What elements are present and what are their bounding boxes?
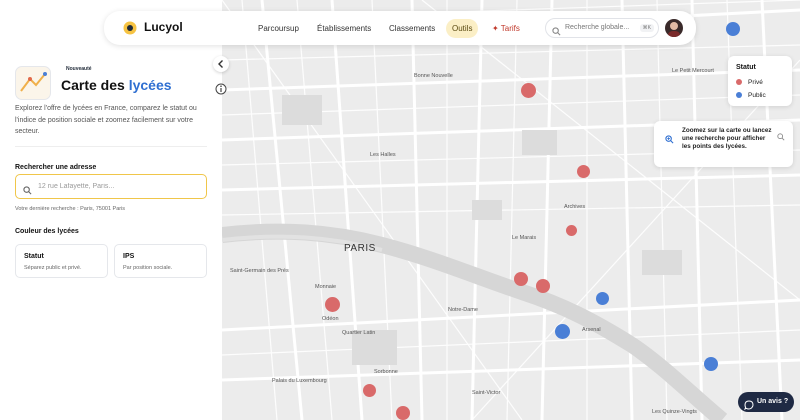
school-marker-private[interactable] — [363, 384, 376, 397]
zoom-icon — [665, 131, 674, 149]
nav-tarifs-label: Tarifs — [500, 24, 520, 33]
brand-name[interactable]: Lucyol — [144, 20, 183, 34]
map-label: Saint-Victor — [472, 390, 501, 396]
map-label: Sorbonne — [374, 369, 398, 375]
address-input[interactable] — [38, 180, 198, 193]
school-marker-public[interactable] — [726, 22, 740, 36]
feedback-label: Un avis ? — [757, 398, 789, 405]
school-marker-private[interactable] — [325, 297, 340, 312]
map-label: Le Petit Mercourt — [672, 68, 714, 74]
map-label: Les Halles — [370, 152, 396, 158]
address-label: Rechercher une adresse — [15, 164, 97, 171]
legend-item-label: Public — [748, 92, 766, 99]
global-search-placeholder: Recherche globale... — [565, 24, 630, 31]
school-marker-private[interactable] — [514, 272, 528, 286]
top-navbar: Lucyol Parcoursup Établissements Classem… — [104, 11, 696, 45]
search-shortcut: ⌘K — [639, 24, 654, 32]
map-label: Saint-Germain des Prés — [230, 268, 289, 274]
legend-item-private: Privé — [736, 79, 763, 86]
divider — [15, 146, 207, 147]
logo-icon — [122, 20, 138, 36]
map-label: Odéon — [322, 316, 339, 322]
map-label: Quartier Latin — [342, 330, 376, 336]
global-search[interactable]: Recherche globale... ⌘K — [545, 18, 659, 38]
map-thumbnail-icon — [15, 66, 51, 100]
address-search — [15, 174, 207, 199]
nav-parcoursup[interactable]: Parcoursup — [252, 19, 305, 38]
page-title: Carte des lycées — [61, 77, 172, 93]
school-marker-private[interactable] — [536, 279, 550, 293]
school-marker-private[interactable] — [577, 165, 590, 178]
zoom-hint-text: Zoomez sur la carte ou lancez une recher… — [682, 127, 772, 151]
color-label: Couleur des lycées — [15, 228, 79, 235]
legend-item-label: Privé — [748, 79, 763, 86]
school-marker-private[interactable] — [521, 83, 536, 98]
legend-title: Statut — [736, 64, 756, 71]
color-option-statut[interactable]: Statut Séparez public et privé. — [15, 244, 108, 278]
map-city-label: PARIS — [344, 243, 376, 254]
map-label: Les Quinze-Vingts — [652, 409, 697, 415]
chat-bubble-icon — [744, 397, 754, 415]
map-label: Arsenal — [582, 327, 601, 333]
map-label: Le Marais — [512, 235, 537, 241]
nav-classements[interactable]: Classements — [383, 19, 441, 38]
sparkle-icon: ✦ — [492, 24, 499, 33]
info-icon[interactable] — [215, 82, 227, 95]
map-label: Monnaie — [315, 284, 337, 290]
map[interactable]: PARIS Bonne Nouvelle Le Petit Mercourt L… — [222, 0, 800, 420]
card-title: Statut — [24, 253, 44, 260]
user-avatar[interactable] — [665, 19, 683, 37]
nav-outils[interactable]: Outils — [446, 19, 479, 38]
chevron-left-icon — [218, 60, 223, 68]
last-search[interactable]: Votre dernière recherche : Paris, 75001 … — [15, 206, 125, 212]
color-option-ips[interactable]: IPS Par position sociale. — [114, 244, 207, 278]
search-icon — [23, 182, 32, 200]
school-marker-public[interactable] — [555, 324, 570, 339]
legend-item-public: Public — [736, 92, 766, 99]
card-title: IPS — [123, 253, 135, 260]
feedback-button[interactable]: Un avis ? — [738, 392, 794, 412]
school-marker-public[interactable] — [596, 292, 609, 305]
map-label: Notre-Dame — [448, 307, 478, 313]
map-legend: Statut Privé Public — [728, 56, 792, 106]
collapse-panel-button[interactable] — [213, 56, 229, 72]
search-icon — [552, 23, 561, 41]
legend-dot-private — [736, 79, 742, 85]
legend-dot-public — [736, 92, 742, 98]
page-description: Explorez l'offre de lycées en France, co… — [15, 105, 197, 135]
map-label: Archives — [564, 204, 586, 210]
nav-tarifs[interactable]: ✦ Tarifs — [486, 19, 526, 38]
school-marker-private[interactable] — [396, 406, 410, 420]
zoom-hint-tooltip: Zoomez sur la carte ou lancez une recher… — [654, 121, 793, 167]
card-subtitle: Par position sociale. — [123, 265, 173, 271]
page-title-prefix: Carte des — [61, 77, 125, 93]
new-badge: Nouveauté — [66, 66, 92, 72]
search-icon[interactable] — [777, 128, 785, 146]
side-panel: Nouveauté Carte des lycées Explorez l'of… — [0, 50, 222, 420]
school-marker-private[interactable] — [566, 225, 577, 236]
school-marker-public[interactable] — [704, 357, 718, 371]
map-label: Bonne Nouvelle — [414, 73, 453, 79]
card-subtitle: Séparez public et privé. — [24, 265, 82, 271]
map-label: Palais du Luxembourg — [272, 378, 327, 384]
page-title-accent: lycées — [128, 77, 172, 93]
nav-etablissements[interactable]: Établissements — [311, 19, 377, 38]
